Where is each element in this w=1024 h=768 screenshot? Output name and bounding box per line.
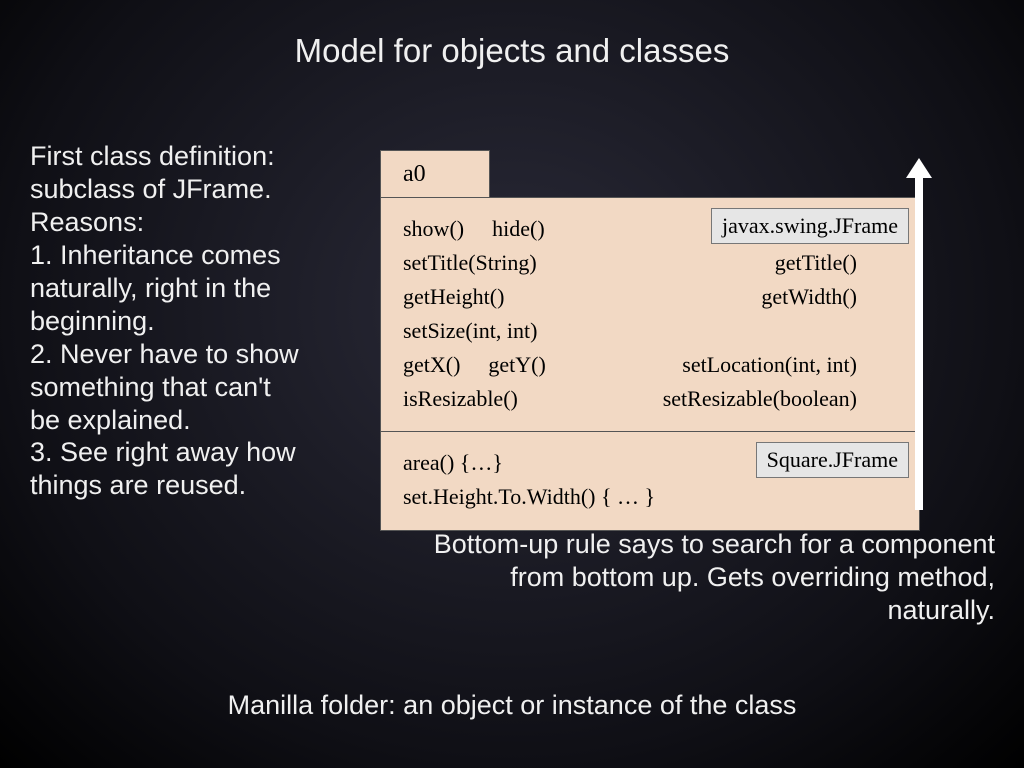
text-line: 1. Inheritance comes: [30, 239, 360, 272]
method: getX(): [403, 348, 460, 382]
text-line: Bottom-up rule says to search for a comp…: [245, 528, 995, 561]
slide-title: Model for objects and classes: [0, 0, 1024, 70]
text-line: 3. See right away how: [30, 436, 360, 469]
text-line: be explained.: [30, 404, 360, 437]
method: set.Height.To.Width() { … }: [403, 480, 655, 514]
method: setLocation(int, int): [682, 348, 857, 382]
text-line: subclass of JFrame.: [30, 173, 360, 206]
text-line: naturally, right in the: [30, 272, 360, 305]
subclass-box: Square.JFrame area() {…} set.Height.To.W…: [380, 431, 920, 531]
text-line: from bottom up. Gets overriding method,: [245, 561, 995, 594]
bottom-up-rule-text: Bottom-up rule says to search for a comp…: [245, 528, 995, 627]
object-diagram: a0 javax.swing.JFrame show() hide() setT…: [380, 150, 928, 531]
left-text-block: First class definition: subclass of JFra…: [30, 140, 360, 502]
superclass-box: javax.swing.JFrame show() hide() setTitl…: [380, 197, 920, 432]
subclass-label: Square.JFrame: [756, 442, 909, 478]
text-line: things are reused.: [30, 469, 360, 502]
method: show(): [403, 212, 464, 246]
text-line: beginning.: [30, 305, 360, 338]
method: getWidth(): [761, 280, 857, 314]
footer-text: Manilla folder: an object or instance of…: [0, 690, 1024, 721]
text-line: First class definition:: [30, 140, 360, 173]
method: setSize(int, int): [403, 314, 537, 348]
text-line: Reasons:: [30, 206, 360, 239]
method: setResizable(boolean): [663, 382, 857, 416]
slide-content: First class definition: subclass of JFra…: [30, 140, 990, 502]
method: area() {…}: [403, 446, 503, 480]
method: hide(): [492, 212, 545, 246]
method: setTitle(String): [403, 246, 537, 280]
text-line: naturally.: [245, 594, 995, 627]
method: getHeight(): [403, 280, 504, 314]
instance-tab: a0: [380, 150, 490, 198]
method: isResizable(): [403, 382, 518, 416]
method: getY(): [488, 348, 545, 382]
method: getTitle(): [775, 246, 857, 280]
up-arrow-icon: [908, 158, 926, 510]
superclass-label: javax.swing.JFrame: [711, 208, 909, 244]
text-line: something that can't: [30, 371, 360, 404]
text-line: 2. Never have to show: [30, 338, 360, 371]
